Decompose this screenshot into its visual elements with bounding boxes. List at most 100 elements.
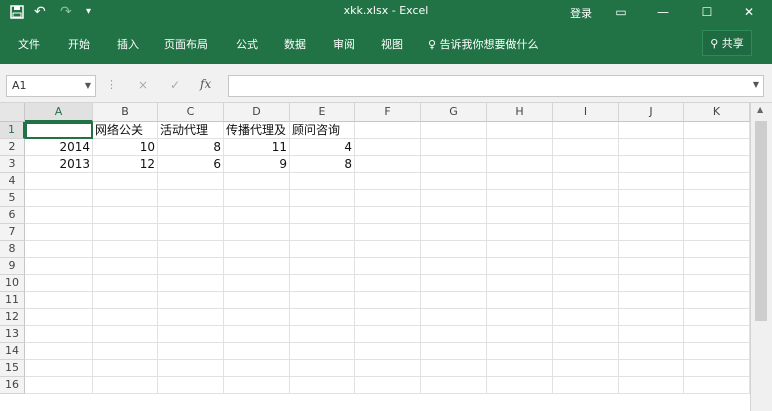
cell-j9[interactable] bbox=[619, 258, 684, 275]
login-link[interactable]: 登录 bbox=[570, 5, 592, 21]
cell-e13[interactable] bbox=[290, 326, 355, 343]
scroll-up-icon[interactable]: ▲ bbox=[757, 105, 763, 114]
column-header-a[interactable]: A bbox=[25, 103, 93, 122]
cell-k4[interactable] bbox=[684, 173, 750, 190]
cell-h1[interactable] bbox=[487, 122, 553, 139]
share-button[interactable]: ⚲ 共享 bbox=[702, 30, 752, 56]
cell-c14[interactable] bbox=[158, 343, 224, 360]
cell-e7[interactable] bbox=[290, 224, 355, 241]
tab-view[interactable]: 视图 bbox=[381, 36, 403, 52]
row-header-15[interactable]: 15 bbox=[0, 360, 25, 377]
cell-b13[interactable] bbox=[93, 326, 158, 343]
cell-g3[interactable] bbox=[421, 156, 487, 173]
cell-k13[interactable] bbox=[684, 326, 750, 343]
row-header-6[interactable]: 6 bbox=[0, 207, 25, 224]
cell-j8[interactable] bbox=[619, 241, 684, 258]
cell-b7[interactable] bbox=[93, 224, 158, 241]
cell-g6[interactable] bbox=[421, 207, 487, 224]
save-icon[interactable] bbox=[10, 3, 24, 24]
cell-b6[interactable] bbox=[93, 207, 158, 224]
cell-g2[interactable] bbox=[421, 139, 487, 156]
redo-icon[interactable]: ↷ bbox=[60, 3, 72, 21]
cell-b1[interactable]: 网络公关 bbox=[93, 122, 158, 139]
cell-f16[interactable] bbox=[355, 377, 421, 394]
cell-d8[interactable] bbox=[224, 241, 290, 258]
cell-h9[interactable] bbox=[487, 258, 553, 275]
cell-b9[interactable] bbox=[93, 258, 158, 275]
ribbon-display-icon[interactable]: ▭ bbox=[608, 2, 634, 22]
cell-c13[interactable] bbox=[158, 326, 224, 343]
cell-b4[interactable] bbox=[93, 173, 158, 190]
cell-a8[interactable] bbox=[25, 241, 93, 258]
undo-icon[interactable]: ↶ bbox=[34, 3, 46, 21]
cell-i10[interactable] bbox=[553, 275, 619, 292]
cell-k15[interactable] bbox=[684, 360, 750, 377]
cell-f1[interactable] bbox=[355, 122, 421, 139]
cell-i14[interactable] bbox=[553, 343, 619, 360]
cell-f3[interactable] bbox=[355, 156, 421, 173]
cell-i2[interactable] bbox=[553, 139, 619, 156]
cell-d1[interactable]: 传播代理及 bbox=[224, 122, 290, 139]
cell-a6[interactable] bbox=[25, 207, 93, 224]
cell-h7[interactable] bbox=[487, 224, 553, 241]
chevron-down-icon[interactable]: ▼ bbox=[85, 76, 91, 96]
formula-input[interactable]: ▼ bbox=[228, 75, 764, 97]
cell-g10[interactable] bbox=[421, 275, 487, 292]
cancel-icon[interactable]: × bbox=[138, 78, 148, 92]
column-header-e[interactable]: E bbox=[290, 103, 355, 122]
cell-k8[interactable] bbox=[684, 241, 750, 258]
enter-icon[interactable]: ✓ bbox=[170, 78, 180, 92]
row-header-4[interactable]: 4 bbox=[0, 173, 25, 190]
cell-d3[interactable]: 9 bbox=[224, 156, 290, 173]
cell-b14[interactable] bbox=[93, 343, 158, 360]
cell-b11[interactable] bbox=[93, 292, 158, 309]
cell-a15[interactable] bbox=[25, 360, 93, 377]
cell-e4[interactable] bbox=[290, 173, 355, 190]
row-header-2[interactable]: 2 bbox=[0, 139, 25, 156]
cell-h16[interactable] bbox=[487, 377, 553, 394]
cell-j12[interactable] bbox=[619, 309, 684, 326]
cell-h2[interactable] bbox=[487, 139, 553, 156]
cell-c11[interactable] bbox=[158, 292, 224, 309]
cell-j4[interactable] bbox=[619, 173, 684, 190]
cell-f10[interactable] bbox=[355, 275, 421, 292]
cell-d14[interactable] bbox=[224, 343, 290, 360]
cell-a12[interactable] bbox=[25, 309, 93, 326]
cell-k1[interactable] bbox=[684, 122, 750, 139]
cell-j7[interactable] bbox=[619, 224, 684, 241]
cell-d5[interactable] bbox=[224, 190, 290, 207]
cell-f2[interactable] bbox=[355, 139, 421, 156]
cell-e9[interactable] bbox=[290, 258, 355, 275]
cell-e1[interactable]: 顾问咨询 bbox=[290, 122, 355, 139]
row-header-10[interactable]: 10 bbox=[0, 275, 25, 292]
cell-i5[interactable] bbox=[553, 190, 619, 207]
tab-insert[interactable]: 插入 bbox=[117, 36, 139, 52]
cell-d7[interactable] bbox=[224, 224, 290, 241]
cell-a13[interactable] bbox=[25, 326, 93, 343]
cell-b12[interactable] bbox=[93, 309, 158, 326]
row-header-11[interactable]: 11 bbox=[0, 292, 25, 309]
row-header-3[interactable]: 3 bbox=[0, 156, 25, 173]
cell-k5[interactable] bbox=[684, 190, 750, 207]
cell-c9[interactable] bbox=[158, 258, 224, 275]
cell-h12[interactable] bbox=[487, 309, 553, 326]
cell-k2[interactable] bbox=[684, 139, 750, 156]
cell-k14[interactable] bbox=[684, 343, 750, 360]
cell-i4[interactable] bbox=[553, 173, 619, 190]
close-icon[interactable]: ✕ bbox=[736, 2, 762, 22]
cell-d16[interactable] bbox=[224, 377, 290, 394]
cell-b8[interactable] bbox=[93, 241, 158, 258]
cell-k6[interactable] bbox=[684, 207, 750, 224]
cell-j11[interactable] bbox=[619, 292, 684, 309]
cell-f8[interactable] bbox=[355, 241, 421, 258]
cell-c7[interactable] bbox=[158, 224, 224, 241]
cell-i7[interactable] bbox=[553, 224, 619, 241]
cell-b15[interactable] bbox=[93, 360, 158, 377]
cell-h8[interactable] bbox=[487, 241, 553, 258]
cell-g13[interactable] bbox=[421, 326, 487, 343]
cell-e12[interactable] bbox=[290, 309, 355, 326]
cell-d10[interactable] bbox=[224, 275, 290, 292]
cell-d15[interactable] bbox=[224, 360, 290, 377]
cell-d9[interactable] bbox=[224, 258, 290, 275]
cell-c12[interactable] bbox=[158, 309, 224, 326]
